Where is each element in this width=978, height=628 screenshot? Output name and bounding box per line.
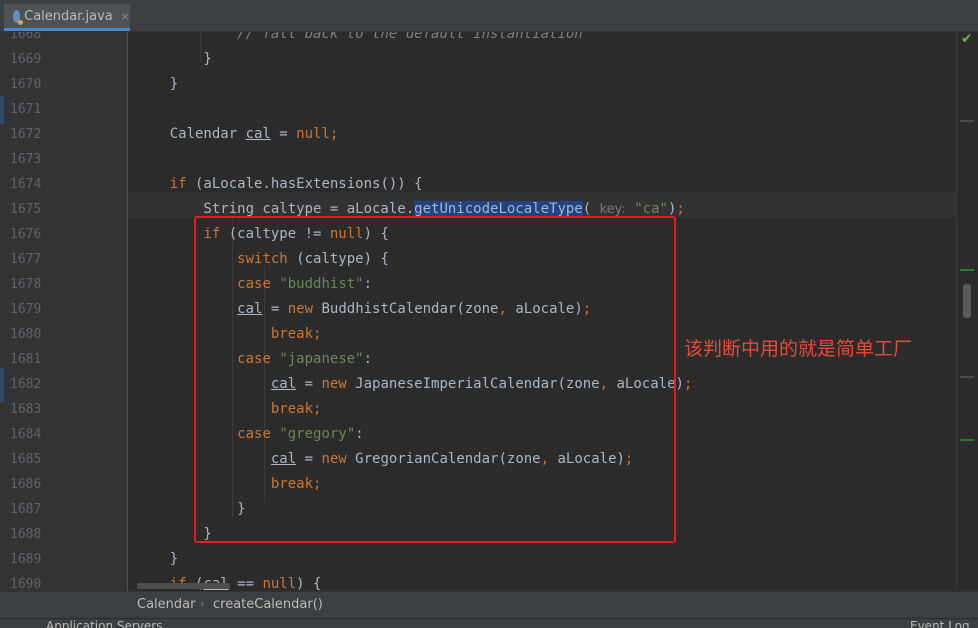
line-number: 1679 — [10, 302, 42, 317]
breadcrumb-class[interactable]: Calendar — [137, 597, 195, 612]
code-token: getUnicodeLocaleType — [414, 201, 583, 217]
code-token: ; — [676, 201, 685, 217]
application-servers-tool[interactable]: Application Servers — [46, 620, 162, 628]
line-number: 1681 — [10, 352, 42, 367]
line-number: 1685 — [10, 452, 42, 467]
vertical-scrollbar-thumb[interactable] — [963, 284, 971, 318]
code-token: } — [136, 51, 212, 67]
code-token: null — [296, 126, 330, 142]
stripe-mark — [960, 376, 974, 378]
line-number: 1676 — [10, 227, 42, 242]
code-token: cal — [245, 126, 271, 142]
code-token: if — [169, 176, 187, 192]
stripe-mark — [960, 439, 974, 441]
line-number: 1680 — [10, 327, 42, 342]
gutter-change-marker — [0, 368, 4, 402]
line-number: 1688 — [10, 527, 42, 542]
stripe-mark — [960, 269, 974, 271]
line-number: 1670 — [10, 77, 42, 92]
line-number: 1689 — [10, 552, 42, 567]
line-number: 1671 — [10, 102, 42, 117]
code-token: Calendar — [136, 126, 246, 142]
code-token: ( — [582, 201, 600, 217]
editor-tab-bar: Calendar.java × — [0, 0, 978, 32]
horizontal-scrollbar-thumb[interactable] — [137, 583, 230, 589]
code-token: == — [228, 576, 263, 591]
line-number: 1669 — [10, 52, 42, 67]
tab-label: Calendar.java — [24, 8, 113, 24]
line-number: 1678 — [10, 277, 42, 292]
code-line: // fall back to the default instantiatio… — [136, 32, 583, 47]
line-number-gutter[interactable]: 1668 1669 1670 1671 1672 1673 1674 1675 1676 1677… — [0, 32, 128, 591]
code-token: // fall back to the default instantiatio… — [237, 32, 583, 42]
line-number: 1672 — [10, 127, 42, 142]
line-number: 1677 — [10, 252, 42, 267]
tab-calendar-java[interactable]: Calendar.java × — [4, 4, 130, 31]
code-token: ; — [683, 376, 693, 392]
code-line: Calendar cal = null; — [136, 122, 339, 147]
code-token: String caltype = aLocale. — [136, 201, 415, 217]
code-token: null — [262, 576, 297, 591]
breadcrumb-separator: › — [200, 597, 205, 610]
breadcrumb: Calendar › createCalendar() — [0, 591, 978, 618]
code-line: if (aLocale.hasExtensions()) { — [136, 172, 423, 197]
breadcrumb-method[interactable]: createCalendar() — [213, 597, 323, 612]
gutter-change-marker — [0, 96, 4, 124]
line-number: 1683 — [10, 402, 42, 417]
code-token: } — [136, 76, 179, 92]
code-token: ) { — [296, 576, 322, 591]
stripe-mark — [960, 120, 974, 122]
line-number: 1675 — [10, 202, 42, 217]
event-log-tool[interactable]: Event Log — [910, 620, 970, 628]
code-token: (aLocale.hasExtensions()) { — [186, 176, 423, 192]
code-token: = — [270, 126, 297, 142]
line-number: 1668 — [10, 32, 42, 42]
error-stripe[interactable]: ✔ — [956, 31, 978, 591]
status-bar: Application Servers Event Log — [0, 618, 978, 628]
line-number: 1684 — [10, 427, 42, 442]
line-number: 1673 — [10, 152, 42, 167]
line-number: 1690 — [10, 577, 42, 591]
check-icon: ✔ — [961, 31, 973, 47]
code-line: } — [136, 47, 212, 72]
code-token: key: — [599, 202, 626, 217]
code-line: } — [136, 547, 178, 572]
annotation-box — [194, 216, 676, 543]
line-number: 1686 — [10, 477, 42, 492]
annotation-text: 该判断中用的就是简单工厂 — [684, 338, 913, 360]
line-number: 1687 — [10, 502, 42, 517]
code-token: "ca" — [634, 201, 668, 217]
close-icon[interactable]: × — [121, 10, 130, 23]
code-line: } — [136, 72, 178, 97]
code-token: ; — [329, 126, 339, 142]
line-number: 1674 — [10, 177, 42, 192]
code-token: } — [136, 551, 179, 567]
line-number: 1682 — [10, 377, 42, 392]
java-class-icon — [13, 9, 24, 25]
